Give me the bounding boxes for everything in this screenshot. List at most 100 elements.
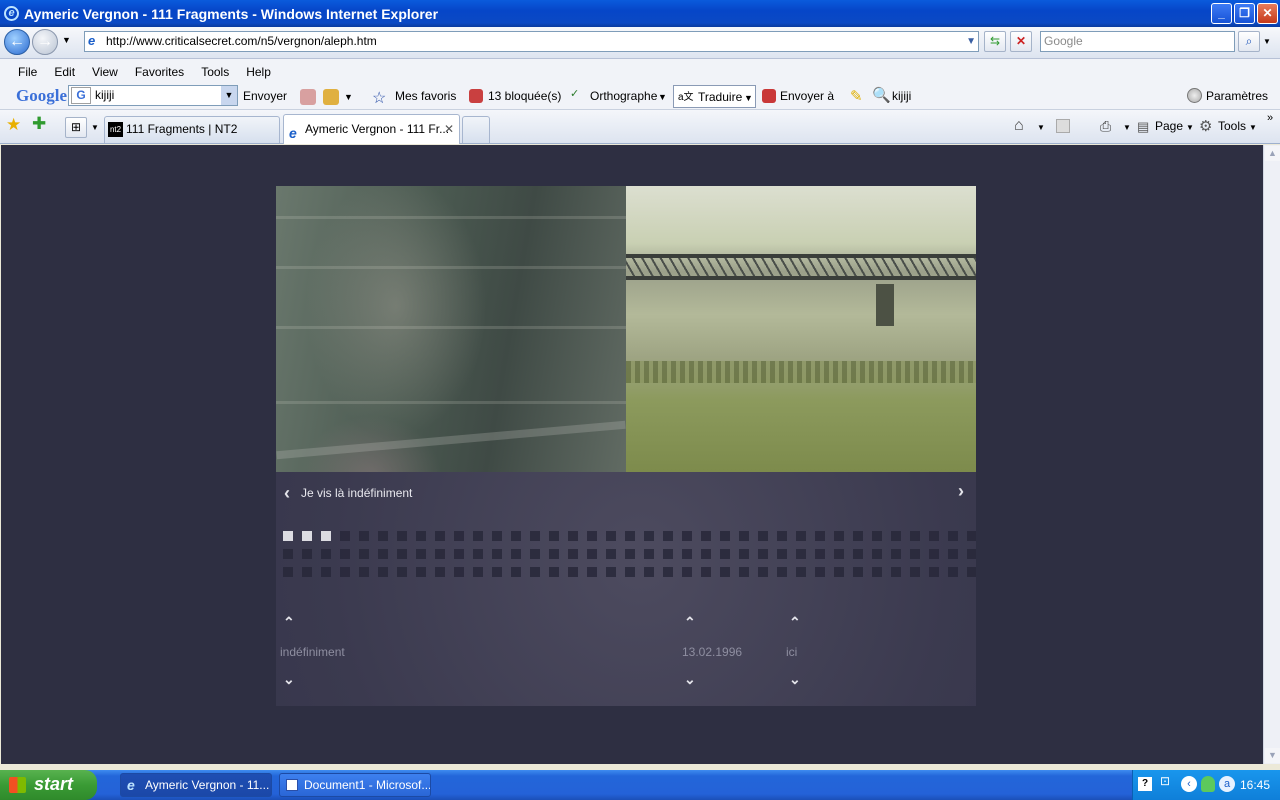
fragment-progress-square[interactable] — [397, 567, 407, 577]
fragment-progress-square[interactable] — [321, 531, 331, 541]
fragment-progress-square[interactable] — [454, 549, 464, 559]
close-button[interactable]: ✕ — [1257, 3, 1278, 24]
spellcheck-dropdown-icon[interactable]: ▼ — [658, 92, 667, 102]
fragment-progress-square[interactable] — [701, 549, 711, 559]
fragment-progress-square[interactable] — [530, 549, 540, 559]
start-button[interactable]: start — [0, 770, 97, 800]
selector-2-up-button[interactable]: ⌃ — [684, 614, 696, 631]
fragment-progress-square[interactable] — [511, 567, 521, 577]
fragment-progress-square[interactable] — [283, 531, 293, 541]
fragment-progress-square[interactable] — [777, 531, 787, 541]
fragment-progress-square[interactable] — [682, 567, 692, 577]
search-options-icon[interactable]: ▼ — [1263, 37, 1271, 46]
home-dropdown-icon[interactable]: ▼ — [1037, 123, 1045, 132]
fragment-progress-square[interactable] — [758, 567, 768, 577]
fragment-progress-square[interactable] — [682, 531, 692, 541]
fragment-progress-square[interactable] — [853, 531, 863, 541]
fragment-progress-square[interactable] — [473, 549, 483, 559]
fragment-progress-square[interactable] — [929, 531, 939, 541]
taskbar-item-ie[interactable]: e Aymeric Vergnon - 11... — [120, 773, 272, 797]
add-favorite-icon[interactable]: ✚ — [32, 114, 46, 134]
fragment-progress-square[interactable] — [815, 531, 825, 541]
fragment-progress-square[interactable] — [720, 567, 730, 577]
fragment-progress-square[interactable] — [815, 567, 825, 577]
fragment-progress-square[interactable] — [739, 549, 749, 559]
fragment-progress-square[interactable] — [568, 531, 578, 541]
fragment-progress-square[interactable] — [644, 567, 654, 577]
fragment-progress-square[interactable] — [378, 567, 388, 577]
google-g-icon[interactable]: G — [71, 87, 91, 104]
fragment-progress-square[interactable] — [720, 549, 730, 559]
google-logo[interactable]: Google — [16, 86, 67, 106]
fragment-progress-square[interactable] — [777, 567, 787, 577]
translate-button[interactable]: a文 Traduire ▼ — [673, 85, 756, 108]
fragment-progress-square[interactable] — [321, 567, 331, 577]
fragment-progress-square[interactable] — [397, 549, 407, 559]
fragment-progress-square[interactable] — [435, 531, 445, 541]
fragment-progress-square[interactable] — [340, 531, 350, 541]
next-fragment-button[interactable]: › — [958, 482, 964, 500]
fragment-progress-square[interactable] — [530, 531, 540, 541]
fragment-progress-square[interactable] — [283, 549, 293, 559]
fragment-progress-square[interactable] — [473, 567, 483, 577]
network-icon[interactable]: ⊡ — [1160, 774, 1170, 788]
fragment-progress-square[interactable] — [530, 567, 540, 577]
fragment-progress-square[interactable] — [435, 567, 445, 577]
fragment-progress-square[interactable] — [568, 549, 578, 559]
fragment-progress-square[interactable] — [492, 531, 502, 541]
quick-tabs-button[interactable]: ⊞ — [65, 117, 87, 138]
fragment-progress-square[interactable] — [644, 531, 654, 541]
scroll-down-icon[interactable]: ▼ — [1265, 748, 1280, 763]
fragment-progress-square[interactable] — [302, 531, 312, 541]
tools-dropdown-icon[interactable]: ▼ — [1249, 123, 1257, 132]
print-dropdown-icon[interactable]: ▼ — [1123, 123, 1131, 132]
fragment-progress-square[interactable] — [321, 549, 331, 559]
google-send-button[interactable]: Envoyer — [243, 89, 287, 103]
highlight-icon[interactable]: ✎ — [850, 87, 863, 105]
fragment-progress-square[interactable] — [511, 531, 521, 541]
fragment-progress-square[interactable] — [625, 531, 635, 541]
fragment-progress-square[interactable] — [967, 531, 976, 541]
tab-list-dropdown-icon[interactable]: ▼ — [91, 123, 99, 132]
messenger-icon[interactable] — [1201, 776, 1215, 792]
selector-3-up-button[interactable]: ⌃ — [789, 614, 801, 631]
fragment-progress-square[interactable] — [872, 549, 882, 559]
minimize-button[interactable]: _ — [1211, 3, 1232, 24]
feeds-icon[interactable] — [1056, 119, 1070, 133]
fragment-progress-square[interactable] — [872, 567, 882, 577]
fragment-progress-square[interactable] — [663, 531, 673, 541]
favorites-center-icon[interactable]: ★ — [6, 115, 21, 135]
fragment-progress-square[interactable] — [948, 567, 958, 577]
fragment-progress-square[interactable] — [739, 531, 749, 541]
fragment-progress-square[interactable] — [891, 549, 901, 559]
fragment-progress-square[interactable] — [359, 567, 369, 577]
tab-111-fragments[interactable]: nt2 111 Fragments | NT2 — [104, 116, 280, 143]
fragment-progress-square[interactable] — [283, 567, 293, 577]
google-dropdown-icon[interactable]: ▼ — [221, 86, 237, 105]
address-bar[interactable]: e http://www.criticalsecret.com/n5/vergn… — [84, 31, 979, 52]
translate-dropdown-icon[interactable]: ▼ — [744, 93, 753, 103]
fragment-progress-square[interactable] — [796, 567, 806, 577]
menu-help[interactable]: Help — [246, 65, 280, 79]
fragment-progress-square[interactable] — [682, 549, 692, 559]
selector-1-down-button[interactable]: ⌄ — [283, 671, 295, 688]
send-to-button[interactable]: Envoyer à — [780, 89, 834, 103]
refresh-button[interactable]: ⇆ — [984, 31, 1006, 52]
fragment-progress-square[interactable] — [739, 567, 749, 577]
update-icon[interactable]: a — [1219, 776, 1235, 792]
fragment-progress-square[interactable] — [625, 549, 635, 559]
fragment-progress-square[interactable] — [929, 567, 939, 577]
fragment-progress-square[interactable] — [720, 531, 730, 541]
search-button[interactable]: ⌕ — [1238, 31, 1260, 52]
history-dropdown-icon[interactable]: ▼ — [62, 35, 71, 45]
kijiji-button[interactable]: kijiji — [892, 89, 911, 103]
fragment-progress-square[interactable] — [416, 531, 426, 541]
page-menu-button[interactable]: Page — [1155, 119, 1183, 133]
fragment-progress-square[interactable] — [967, 567, 976, 577]
search-input[interactable]: Google — [1040, 31, 1235, 52]
fragment-progress-square[interactable] — [948, 531, 958, 541]
fragment-progress-square[interactable] — [834, 531, 844, 541]
fragment-progress-square[interactable] — [416, 567, 426, 577]
prev-fragment-button[interactable]: ‹ — [284, 484, 290, 502]
find-icon[interactable]: 🔍 — [872, 86, 891, 104]
